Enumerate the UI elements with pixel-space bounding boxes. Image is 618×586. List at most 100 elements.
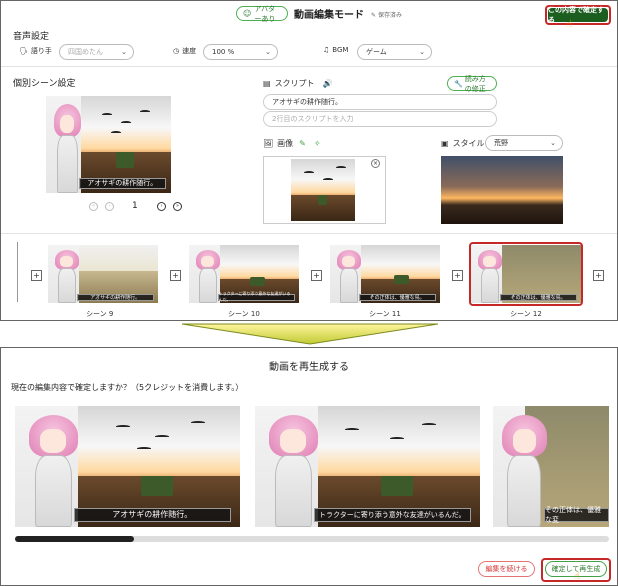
progress-track[interactable] xyxy=(15,536,609,542)
last-page-button[interactable]: » xyxy=(173,202,182,211)
add-scene-icon[interactable]: + xyxy=(170,270,181,281)
scene-thumbnail[interactable]: トラクターに寄り添う意外な友達がいるんだ。 xyxy=(189,245,299,303)
speed-label: ◷ 速度 xyxy=(173,46,196,56)
add-scene-icon[interactable]: + xyxy=(31,270,42,281)
bird xyxy=(111,130,121,134)
bird xyxy=(335,166,346,169)
scene-label: シーン 12 xyxy=(510,310,542,318)
smile-icon: ☺ xyxy=(243,9,252,18)
script-label-text: スクリプト xyxy=(274,79,315,88)
video-card[interactable]: トラクターに寄り添う意外な友達がいるんだ。 xyxy=(255,406,480,527)
reading-fix-label: 読み方の修正 xyxy=(464,74,486,93)
bird xyxy=(345,427,359,431)
bird xyxy=(323,177,333,181)
first-page-button[interactable]: « xyxy=(89,202,98,211)
chevron-down-icon: ⌄ xyxy=(550,139,556,147)
editor-panel: ☺ アバターあり 動画編集モード ✎ 保存済み この内容で確定する ☝ 音声設定… xyxy=(0,0,618,321)
scene-preview[interactable]: アオサギの耕作随行。 xyxy=(46,96,171,193)
progress-fill xyxy=(15,536,134,542)
pencil-icon[interactable]: ✎ xyxy=(299,139,306,148)
bird xyxy=(390,437,404,440)
bird xyxy=(154,435,169,438)
avatar-face xyxy=(60,256,73,268)
scene-caption: トラクターに寄り添う意外な友達がいるんだ。 xyxy=(217,291,295,302)
close-icon[interactable]: × xyxy=(371,159,380,168)
scene-image[interactable] xyxy=(291,159,355,221)
narrator-label: 🗣 語り手 xyxy=(19,46,52,56)
scene-caption: トラクターに寄り添う意外な友達がいるんだ。 xyxy=(313,507,471,523)
chevron-down-icon: ⌄ xyxy=(265,48,271,56)
style-label: ▣ スタイル xyxy=(441,138,485,149)
scene-sky xyxy=(81,96,171,155)
scene-caption: その正体は、優雅な鳥。 xyxy=(358,293,436,301)
scene-section-title: 個別シーン設定 xyxy=(13,79,76,89)
avatar-face xyxy=(201,256,214,268)
reading-fix-button[interactable]: 🔧 読み方の修正 xyxy=(447,74,497,93)
cursor-hand-icon: ☝ xyxy=(574,571,581,582)
avatar-body xyxy=(480,268,499,303)
add-scene-icon[interactable]: + xyxy=(452,270,463,281)
avatar-face xyxy=(512,429,537,453)
prev-page-button[interactable]: ‹ xyxy=(105,202,114,211)
bird xyxy=(121,121,131,124)
scene-thumbnail[interactable]: その正体は、優雅な鳥。 xyxy=(471,245,581,303)
avatar-face xyxy=(483,256,496,268)
avatar-character xyxy=(498,411,551,527)
divider xyxy=(1,66,617,67)
scene-caption: その正体は、優雅な鳥。 xyxy=(499,293,577,301)
scene-thumbnail[interactable]: その正体は、優雅な鳥。 xyxy=(330,245,440,303)
script-line1-input[interactable]: アオサギの耕作随行。 xyxy=(263,94,497,110)
bird xyxy=(139,109,150,113)
bird xyxy=(102,113,113,116)
avatar-body xyxy=(339,268,358,303)
continue-editing-button[interactable]: 編集を続ける xyxy=(478,561,535,577)
speed-select[interactable]: 100 % ⌄ xyxy=(203,44,278,60)
bgm-label-text: BGM xyxy=(332,46,349,54)
style-label-text: スタイル xyxy=(452,139,485,148)
regenerate-dialog: 動画を再生成する 現在の編集内容で確定しますか？（5クレジットを消費します。） … xyxy=(0,347,618,586)
video-card[interactable]: その正体は、優雅な変 xyxy=(493,406,609,527)
script-icon: ▤ xyxy=(263,79,271,88)
scene-sky xyxy=(219,245,299,280)
style-select[interactable]: 荒野 ⌄ xyxy=(485,135,563,151)
scene-caption: アオサギの耕作随行。 xyxy=(73,507,231,523)
style-preview-image[interactable] xyxy=(441,156,563,224)
avatar-body xyxy=(507,454,542,527)
bird xyxy=(136,447,151,450)
tractor xyxy=(116,152,134,168)
magic-wand-icon[interactable]: ✧ xyxy=(314,139,321,148)
bird xyxy=(116,425,131,428)
bird xyxy=(421,422,436,426)
bird xyxy=(190,420,205,424)
down-arrow-icon xyxy=(181,323,439,345)
video-card[interactable]: アオサギの耕作随行。 xyxy=(15,406,240,527)
speaker-icon[interactable]: 🔊 xyxy=(323,79,333,88)
avatar-badge[interactable]: ☺ アバターあり xyxy=(236,4,288,23)
mode-title: 動画編集モード xyxy=(294,10,364,21)
avatar-body xyxy=(274,454,312,527)
narrator-label-text: 語り手 xyxy=(30,47,52,55)
chevron-down-icon: ⌄ xyxy=(121,48,127,56)
confirm-button[interactable]: この内容で確定する xyxy=(548,6,608,24)
tractor xyxy=(249,276,265,287)
dialog-prompt: 現在の編集内容で確定しますか？（5クレジットを消費します。） xyxy=(11,383,244,392)
script-line2-input[interactable]: 2行目のスクリプトを入力 xyxy=(263,111,497,127)
scene-caption: その正体は、優雅な変 xyxy=(544,506,609,524)
save-status: ✎ 保存済み xyxy=(371,10,402,19)
avatar-badge-label: アバターあり xyxy=(254,4,276,23)
add-scene-icon[interactable]: + xyxy=(593,270,604,281)
next-page-button[interactable]: › xyxy=(157,202,166,211)
chevron-down-icon: ⌄ xyxy=(419,48,425,56)
add-scene-icon[interactable]: + xyxy=(311,270,322,281)
bgm-label: ♫ BGM xyxy=(323,46,348,54)
pencil-icon: ✎ xyxy=(371,12,377,19)
scene-label: シーン 10 xyxy=(228,310,260,318)
narrator-select[interactable]: 四国めたん ⌄ xyxy=(59,44,134,60)
avatar-face xyxy=(40,429,67,453)
scene-label: シーン 9 xyxy=(86,310,114,318)
speed-icon: ◷ xyxy=(173,47,180,55)
avatar-body xyxy=(57,268,76,303)
scene-thumbnail[interactable]: アオサギの耕作随行。 xyxy=(48,245,158,303)
bgm-select[interactable]: ゲーム ⌄ xyxy=(357,44,432,60)
save-status-text: 保存済み xyxy=(377,12,402,19)
